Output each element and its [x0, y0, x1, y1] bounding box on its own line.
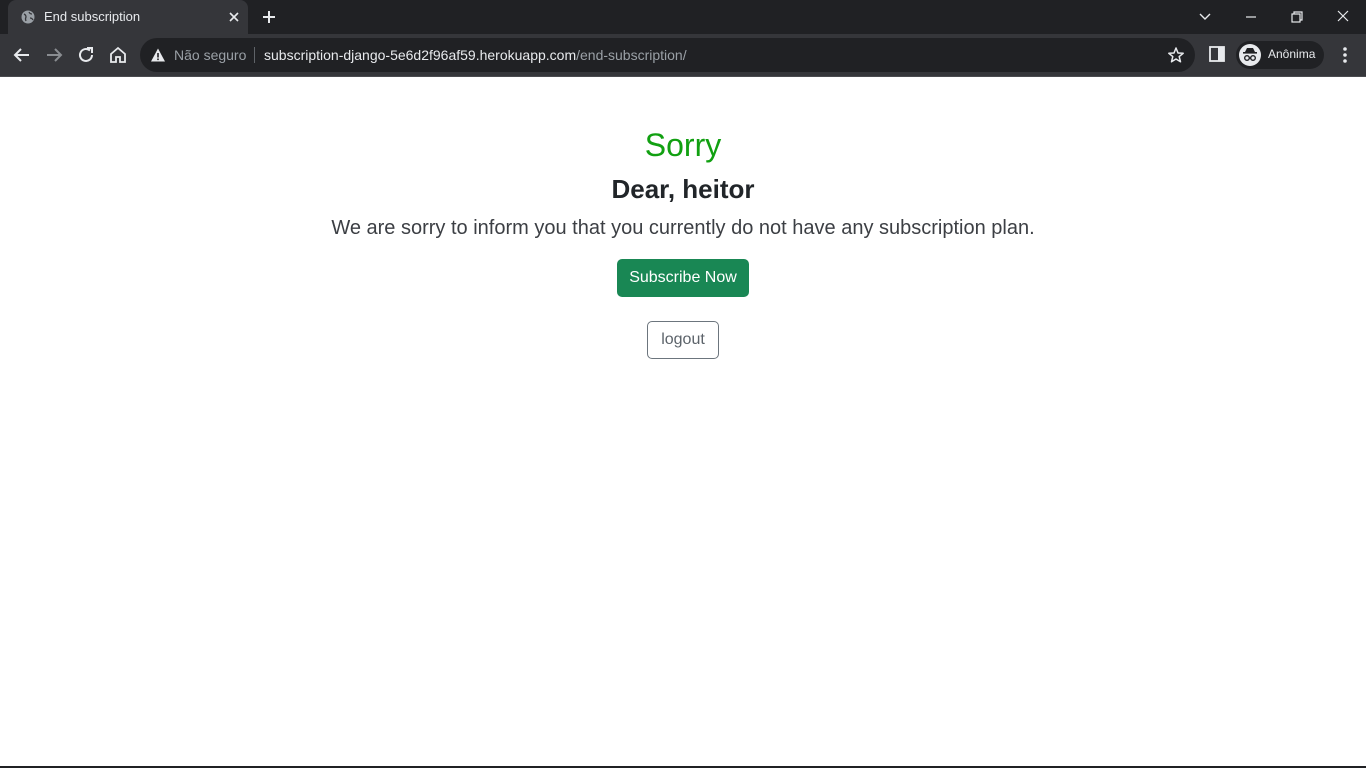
close-window-icon[interactable] [1332, 6, 1354, 28]
tab-title: End subscription [44, 9, 141, 24]
minimize-icon[interactable] [1240, 6, 1262, 28]
greeting-heading: Dear, heitor [611, 174, 755, 204]
security-label[interactable]: Não seguro [174, 47, 246, 63]
more-menu-icon[interactable] [1335, 44, 1355, 66]
omnibox-divider [254, 47, 255, 63]
side-panel-icon[interactable] [1207, 44, 1227, 64]
reload-icon[interactable] [75, 44, 97, 66]
incognito-icon [1239, 44, 1261, 66]
tab-search-icon[interactable] [1194, 6, 1216, 28]
warning-icon[interactable] [150, 47, 166, 63]
url-host: subscription-django-5e6d2f96af59.herokua… [264, 47, 577, 63]
globe-icon [21, 10, 35, 24]
url-text[interactable]: subscription-django-5e6d2f96af59.herokua… [264, 47, 687, 63]
restore-icon[interactable] [1286, 6, 1308, 28]
address-bar[interactable]: Não seguro subscription-django-5e6d2f96a… [140, 38, 1195, 72]
new-tab-icon[interactable] [260, 8, 278, 26]
incognito-profile-button[interactable]: Anônima [1236, 41, 1324, 69]
profile-label: Anônima [1268, 47, 1316, 61]
sorry-heading: Sorry [644, 127, 722, 163]
browser-toolbar: Não seguro subscription-django-5e6d2f96a… [0, 34, 1366, 77]
page-content: Sorry Dear, heitor We are sorry to infor… [0, 77, 1366, 768]
browser-titlebar: End subscription [0, 0, 1366, 34]
back-icon[interactable] [11, 44, 33, 66]
browser-tab[interactable]: End subscription [8, 0, 248, 34]
forward-icon[interactable] [43, 44, 65, 66]
close-tab-icon[interactable] [226, 9, 242, 25]
url-path: /end-subscription/ [576, 47, 687, 63]
logout-button[interactable]: logout [647, 321, 719, 359]
no-subscription-message: We are sorry to inform you that you curr… [331, 217, 1035, 239]
subscribe-now-button[interactable]: Subscribe Now [617, 259, 749, 297]
bookmark-star-icon[interactable] [1167, 46, 1185, 64]
home-icon[interactable] [107, 44, 129, 66]
